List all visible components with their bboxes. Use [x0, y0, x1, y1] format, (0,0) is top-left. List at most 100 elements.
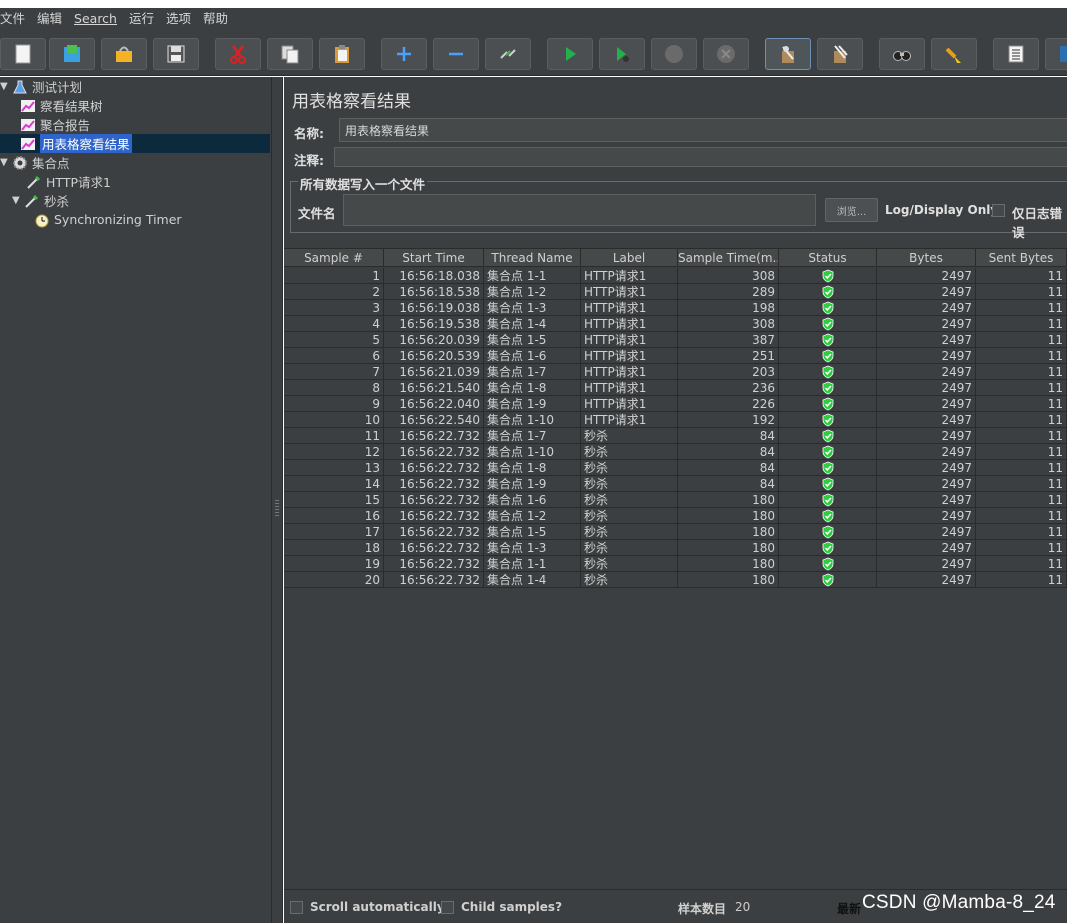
table-row[interactable]: 12 16:56:22.732 集合点 1-10 秒杀 84 2497 11 [284, 444, 1067, 460]
errors-only-checkbox[interactable] [992, 204, 1005, 217]
table-cell: 集合点 1-3 [484, 540, 581, 556]
tree-toggle-icon[interactable]: ▼ [0, 81, 10, 92]
table-row[interactable]: 14 16:56:22.732 集合点 1-9 秒杀 84 2497 11 [284, 476, 1067, 492]
table-row[interactable]: 19 16:56:22.732 集合点 1-1 秒杀 180 2497 11 [284, 556, 1067, 572]
table-cell: 集合点 1-4 [484, 316, 581, 332]
start-no-pause-button[interactable] [599, 38, 645, 70]
table-cell: 2497 [877, 460, 976, 476]
status-cell [779, 524, 877, 540]
table-row[interactable]: 5 16:56:20.039 集合点 1-5 HTTP请求1 387 2497 11 [284, 332, 1067, 348]
tree-item[interactable]: 用表格察看结果 [18, 134, 132, 153]
toggle-button[interactable] [485, 38, 531, 70]
table-row[interactable]: 8 16:56:21.540 集合点 1-8 HTTP请求1 236 2497 11 [284, 380, 1067, 396]
start-no-pause-icon [617, 47, 629, 62]
gear-icon [12, 155, 28, 171]
tree-item-label: 聚合报告 [40, 118, 91, 133]
tree-item[interactable]: Synchronizing Timer [32, 210, 182, 229]
menu-help[interactable]: 帮助 [203, 8, 234, 30]
help-button[interactable] [1045, 38, 1067, 70]
tree-item[interactable]: ▼ 秒杀 [12, 191, 69, 210]
table-cell: 11 [976, 268, 1067, 284]
paste-button[interactable] [319, 38, 365, 70]
table-cell: 16:56:22.540 [384, 412, 484, 428]
menu-file[interactable]: 文件 [0, 8, 31, 30]
reset-search-button[interactable] [931, 38, 977, 70]
scroll-automatically-checkbox[interactable] [290, 901, 303, 914]
column-header[interactable]: Sent Bytes [976, 249, 1067, 267]
table-row[interactable]: 10 16:56:22.540 集合点 1-10 HTTP请求1 192 2497 11 [284, 412, 1067, 428]
menu-options[interactable]: 选项 [166, 8, 197, 30]
table-cell: 集合点 1-10 [484, 444, 581, 460]
copy-button[interactable] [267, 38, 313, 70]
table-row[interactable]: 1 16:56:18.038 集合点 1-1 HTTP请求1 308 2497 11 [284, 268, 1067, 284]
table-row[interactable]: 16 16:56:22.732 集合点 1-2 秒杀 180 2497 11 [284, 508, 1067, 524]
name-input[interactable] [339, 118, 1067, 142]
table-cell: 180 [678, 524, 779, 540]
status-cell [779, 492, 877, 508]
table-cell: 11 [976, 364, 1067, 380]
templates-button[interactable] [49, 38, 95, 70]
table-cell: 秒杀 [581, 508, 678, 524]
table-row[interactable]: 18 16:56:22.732 集合点 1-3 秒杀 180 2497 11 [284, 540, 1067, 556]
tree-item-label: 用表格察看结果 [40, 134, 132, 153]
child-samples-checkbox[interactable] [441, 901, 454, 914]
tree-item[interactable]: ▼ 集合点 [0, 153, 70, 172]
open-button[interactable] [101, 38, 147, 70]
tree-item[interactable]: 察看结果树 [18, 96, 103, 115]
table-row[interactable]: 4 16:56:19.538 集合点 1-4 HTTP请求1 308 2497 11 [284, 316, 1067, 332]
column-header[interactable]: Label [581, 249, 678, 267]
table-cell: 11 [976, 476, 1067, 492]
table-cell: 秒杀 [581, 524, 678, 540]
browse-button[interactable]: 浏览... [825, 198, 878, 222]
column-header[interactable]: Thread Name [484, 249, 581, 267]
tree-toggle-icon[interactable]: ▼ [0, 157, 10, 168]
tree-toggle-icon[interactable]: ▼ [12, 195, 22, 206]
table-row[interactable]: 9 16:56:22.040 集合点 1-9 HTTP请求1 226 2497 11 [284, 396, 1067, 412]
write-to-file-legend: 所有数据写入一个文件 [298, 174, 428, 193]
clear-all-button[interactable] [817, 38, 863, 70]
table-row[interactable]: 20 16:56:22.732 集合点 1-4 秒杀 180 2497 11 [284, 572, 1067, 588]
table-row[interactable]: 13 16:56:22.732 集合点 1-8 秒杀 84 2497 11 [284, 460, 1067, 476]
menu-run[interactable]: 运行 [129, 8, 160, 30]
table-row[interactable]: 6 16:56:20.539 集合点 1-6 HTTP请求1 251 2497 11 [284, 348, 1067, 364]
table-cell: 2497 [877, 508, 976, 524]
cut-button[interactable] [215, 38, 261, 70]
menu-edit[interactable]: 编辑 [37, 8, 68, 30]
column-header[interactable]: Start Time [384, 249, 484, 267]
menu-search[interactable]: Search [74, 8, 123, 30]
save-button[interactable] [153, 38, 199, 70]
tree-item[interactable]: 聚合报告 [18, 115, 90, 134]
column-header[interactable]: Sample Time(m... [678, 249, 779, 267]
table-cell: HTTP请求1 [581, 300, 678, 316]
tree-item[interactable]: HTTP请求1 [24, 172, 111, 191]
start-button[interactable] [547, 38, 593, 70]
column-header[interactable]: Sample # [284, 249, 384, 267]
table-cell: 集合点 1-6 [484, 348, 581, 364]
tree-item[interactable]: ▼ 测试计划 [0, 77, 82, 96]
table-cell: 180 [678, 492, 779, 508]
status-cell [779, 540, 877, 556]
search-button[interactable] [879, 38, 925, 70]
expand-button[interactable] [381, 38, 427, 70]
splitter-handle[interactable] [271, 77, 283, 923]
copy-icon [281, 45, 299, 64]
table-row[interactable]: 3 16:56:19.038 集合点 1-3 HTTP请求1 198 2497 11 [284, 300, 1067, 316]
table-row[interactable]: 15 16:56:22.732 集合点 1-6 秒杀 180 2497 11 [284, 492, 1067, 508]
collapse-button[interactable] [433, 38, 479, 70]
table-row[interactable]: 11 16:56:22.732 集合点 1-7 秒杀 84 2497 11 [284, 428, 1067, 444]
table-row[interactable]: 7 16:56:21.039 集合点 1-7 HTTP请求1 203 2497 11 [284, 364, 1067, 380]
new-button[interactable] [0, 38, 46, 70]
clear-icon [782, 46, 794, 63]
column-header[interactable]: Status [779, 249, 877, 267]
table-row[interactable]: 17 16:56:22.732 集合点 1-5 秒杀 180 2497 11 [284, 524, 1067, 540]
stop-button[interactable] [651, 38, 697, 70]
comment-input[interactable] [334, 147, 1067, 167]
shutdown-button[interactable] [703, 38, 749, 70]
function-helper-button[interactable] [993, 38, 1039, 70]
table-cell: 2497 [877, 572, 976, 588]
clear-button[interactable] [765, 38, 811, 70]
filename-input[interactable] [343, 194, 816, 226]
column-header[interactable]: Bytes [877, 249, 976, 267]
table-cell: 1 [284, 268, 384, 284]
table-row[interactable]: 2 16:56:18.538 集合点 1-2 HTTP请求1 289 2497 11 [284, 284, 1067, 300]
